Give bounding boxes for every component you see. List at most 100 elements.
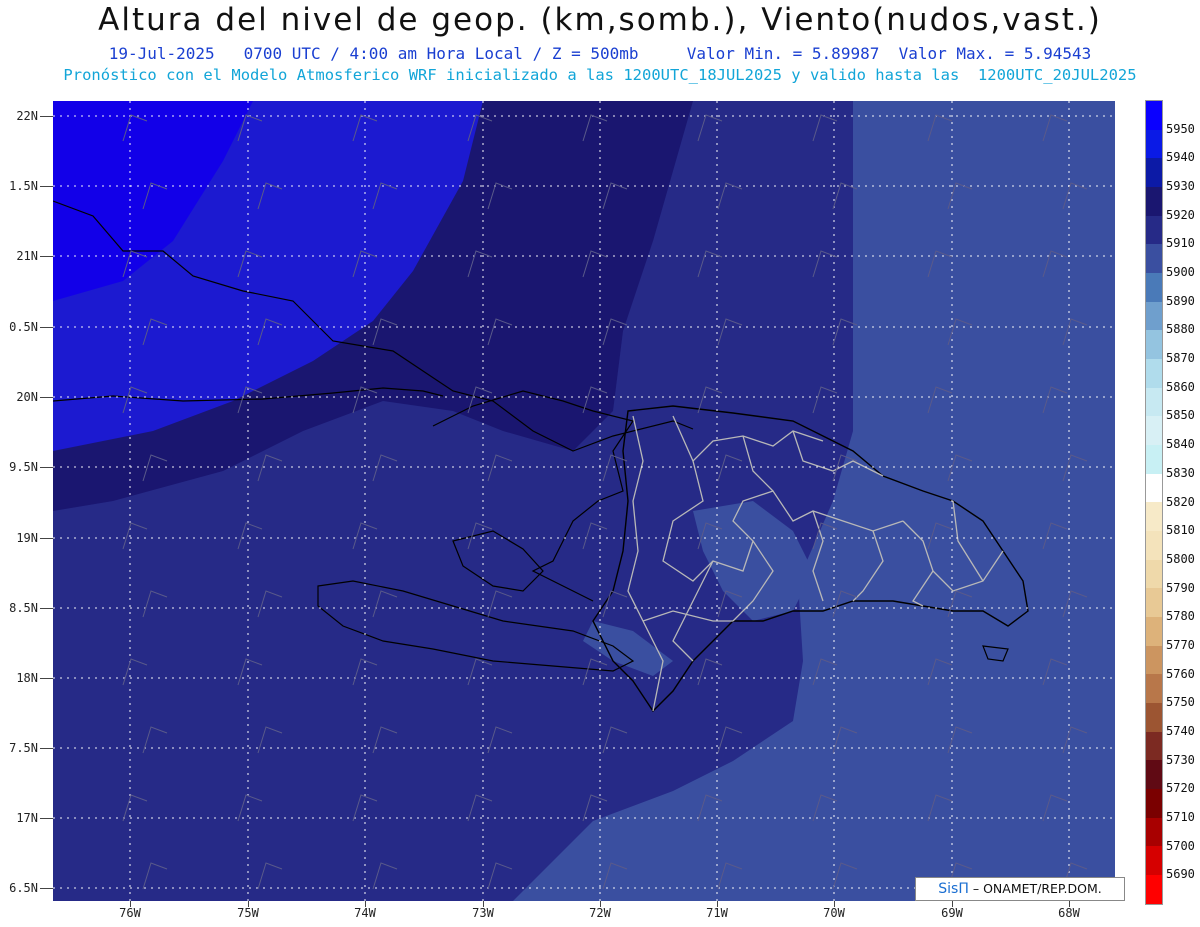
colorbar	[1145, 100, 1163, 905]
colorbar-label: 5750	[1166, 695, 1195, 710]
lon-label: 69W	[941, 906, 963, 920]
lon-tick	[365, 901, 366, 907]
colorbar-label: 5770	[1166, 637, 1195, 652]
lon-label: 68W	[1058, 906, 1080, 920]
colorbar-label: 5780	[1166, 609, 1195, 624]
lon-tick	[248, 901, 249, 907]
colorbar-swatch	[1146, 158, 1162, 188]
lat-tick	[40, 748, 53, 749]
lon-label: 76W	[119, 906, 141, 920]
lon-tick	[834, 901, 835, 907]
lat-tick	[40, 888, 53, 889]
lat-label: 9.5N	[9, 460, 38, 474]
lat-tick	[40, 256, 53, 257]
sispi-logo: SisΠ	[938, 881, 969, 897]
lon-label: 72W	[589, 906, 611, 920]
colorbar-label: 5760	[1166, 666, 1195, 681]
colorbar-label: 5820	[1166, 494, 1195, 509]
colorbar-label: 5850	[1166, 408, 1195, 423]
lat-label: 1.5N	[9, 179, 38, 193]
colorbar-label: 5740	[1166, 723, 1195, 738]
lon-tick	[483, 901, 484, 907]
lat-tick	[40, 538, 53, 539]
colorbar-swatch	[1146, 846, 1162, 876]
colorbar-label: 5900	[1166, 265, 1195, 280]
colorbar-swatch	[1146, 789, 1162, 818]
colorbar-swatch	[1146, 359, 1162, 388]
colorbar-label: 5930	[1166, 179, 1195, 194]
lat-tick	[40, 608, 53, 609]
colorbar-swatch	[1146, 215, 1162, 245]
colorbar-label: 5700	[1166, 838, 1195, 853]
lat-label: 21N	[16, 249, 38, 263]
lat-tick	[40, 467, 53, 468]
colorbar-label: 5730	[1166, 752, 1195, 767]
map-canvas	[53, 101, 1115, 901]
lat-label: 0.5N	[9, 320, 38, 334]
colorbar-swatch	[1146, 187, 1162, 216]
field-steel-east	[853, 101, 1115, 901]
colorbar-label: 5830	[1166, 465, 1195, 480]
colorbar-label: 5880	[1166, 322, 1195, 337]
colorbar-swatch	[1146, 559, 1162, 589]
colorbar-label: 5870	[1166, 351, 1195, 366]
lon-tick	[952, 901, 953, 907]
model-info-line: Pronóstico con el Modelo Atmosferico WRF…	[63, 66, 1137, 84]
lon-tick	[130, 901, 131, 907]
colorbar-swatch	[1146, 273, 1162, 302]
colorbar-swatch	[1146, 703, 1162, 732]
colorbar-swatch	[1146, 416, 1162, 446]
colorbar-label: 5940	[1166, 150, 1195, 165]
colorbar-label: 5810	[1166, 523, 1195, 538]
colorbar-label: 5790	[1166, 580, 1195, 595]
credit-text: – ONAMET/REP.DOM.	[972, 881, 1102, 896]
colorbar-swatch	[1146, 674, 1162, 704]
colorbar-swatch	[1146, 617, 1162, 646]
lat-label: 20N	[16, 390, 38, 404]
colorbar-swatch	[1146, 101, 1162, 130]
colorbar-swatch	[1146, 301, 1162, 331]
lat-tick	[40, 678, 53, 679]
credit-box: SisΠ – ONAMET/REP.DOM.	[915, 877, 1125, 901]
lat-label: 17N	[16, 811, 38, 825]
lon-tick	[1069, 901, 1070, 907]
colorbar-label: 5860	[1166, 379, 1195, 394]
map-title: Altura del nivel de geop. (km,somb.), Vi…	[98, 2, 1102, 38]
lon-tick	[600, 901, 601, 907]
colorbar-swatch	[1146, 473, 1162, 503]
colorbar-swatch	[1146, 502, 1162, 532]
lon-label: 71W	[706, 906, 728, 920]
lon-label: 74W	[354, 906, 376, 920]
colorbar-label: 5950	[1166, 121, 1195, 136]
colorbar-label: 5920	[1166, 207, 1195, 222]
lon-label: 75W	[237, 906, 259, 920]
colorbar-swatch	[1146, 330, 1162, 360]
lat-label: 18N	[16, 671, 38, 685]
lat-tick	[40, 116, 53, 117]
colorbar-label: 5890	[1166, 293, 1195, 308]
colorbar-label: 5840	[1166, 437, 1195, 452]
colorbar-swatch	[1146, 588, 1162, 618]
colorbar-swatch	[1146, 817, 1162, 847]
colorbar-swatch	[1146, 531, 1162, 560]
geopotential-map	[53, 101, 1115, 901]
colorbar-label: 5910	[1166, 236, 1195, 251]
colorbar-label: 5800	[1166, 551, 1195, 566]
colorbar-swatch	[1146, 244, 1162, 274]
colorbar-swatch	[1146, 387, 1162, 417]
lon-label: 70W	[823, 906, 845, 920]
lon-label: 73W	[472, 906, 494, 920]
colorbar-swatch	[1146, 645, 1162, 675]
colorbar-swatch	[1146, 129, 1162, 159]
lat-label: 8.5N	[9, 601, 38, 615]
lon-tick	[717, 901, 718, 907]
lat-tick	[40, 818, 53, 819]
colorbar-label: 5690	[1166, 867, 1195, 882]
forecast-time-line: 19-Jul-2025 0700 UTC / 4:00 am Hora Loca…	[108, 44, 1092, 63]
lat-tick	[40, 327, 53, 328]
lat-label: 6.5N	[9, 881, 38, 895]
colorbar-swatch	[1146, 875, 1162, 904]
lat-label: 7.5N	[9, 741, 38, 755]
lat-tick	[40, 186, 53, 187]
colorbar-label: 5710	[1166, 809, 1195, 824]
